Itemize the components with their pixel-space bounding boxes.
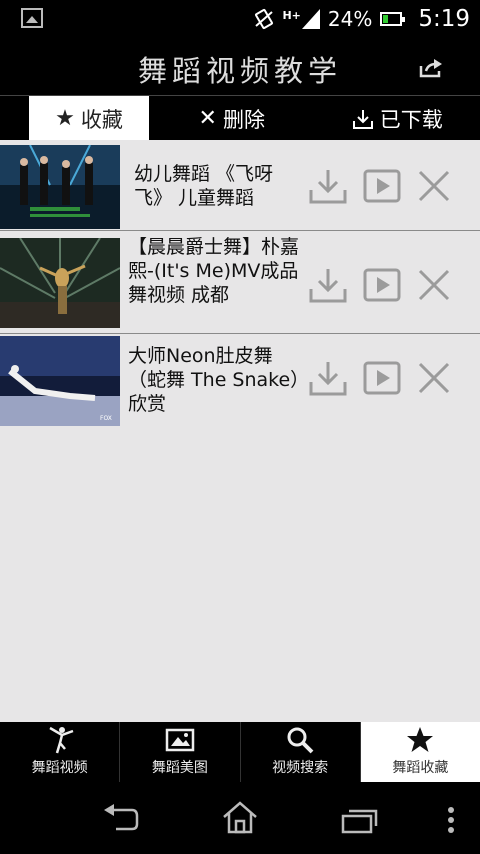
bottom-nav: 舞蹈视频 舞蹈美图 视频搜索 舞蹈收藏 [0,722,480,782]
back-icon[interactable] [102,804,140,832]
menu-dots-icon[interactable] [446,806,456,836]
video-title: 幼儿舞蹈 《飞呀飞》 儿童舞蹈 [134,163,274,209]
video-list: 幼儿舞蹈 《飞呀飞》 儿童舞蹈 【晨晨爵士舞】朴嘉熙-(It's Me)MV成品… [0,140,480,722]
remove-button[interactable] [414,166,454,206]
tab-label: 删除 [222,107,265,132]
star-icon [407,727,434,752]
list-item[interactable]: 幼儿舞蹈 《飞呀飞》 儿童舞蹈 [0,140,480,231]
x-icon: ✕ [198,106,217,131]
network-type-label: H+ [282,9,301,22]
remove-button[interactable] [414,358,454,398]
nav-dance-pictures[interactable]: 舞蹈美图 [120,722,241,782]
nav-dance-videos[interactable]: 舞蹈视频 [0,722,121,782]
vibrate-icon [255,8,274,30]
signal-icon: H+ [282,9,320,29]
gallery-notification-icon [21,8,43,28]
remove-button[interactable] [414,265,454,305]
download-icon [352,109,373,129]
nav-video-search[interactable]: 视频搜索 [241,722,361,782]
video-thumbnail[interactable] [0,238,120,328]
search-icon [287,727,314,754]
recent-apps-icon[interactable] [340,806,378,834]
download-button[interactable] [308,358,348,398]
play-button[interactable] [362,358,402,398]
tab-bar: ★ 收藏 ✕ 删除 已下载 [0,95,480,141]
system-nav-bar [0,782,480,854]
battery-icon [380,12,406,26]
nav-dance-favorites[interactable]: 舞蹈收藏 [360,722,480,782]
share-icon[interactable] [418,58,444,78]
nav-label: 舞蹈美图 [151,760,208,776]
tab-favorites[interactable]: ★ 收藏 [29,96,149,141]
video-title: 【晨晨爵士舞】朴嘉熙-(It's Me)MV成品舞视频 成都 [128,236,300,306]
nav-label: 视频搜索 [272,760,329,776]
page-title: 舞蹈视频教学 [137,54,342,88]
nav-label: 舞蹈收藏 [392,760,449,776]
download-button[interactable] [308,265,348,305]
clock: 5:19 [418,6,470,32]
play-button[interactable] [362,166,402,206]
nav-label: 舞蹈视频 [31,760,88,776]
tab-delete[interactable]: ✕ 删除 [149,96,315,141]
svg-text:FOX: FOX [100,415,112,422]
tab-label: 收藏 [80,107,123,132]
video-thumbnail[interactable]: FOX [0,336,120,426]
list-item[interactable]: 【晨晨爵士舞】朴嘉熙-(It's Me)MV成品舞视频 成都 [0,231,480,334]
download-button[interactable] [308,166,348,206]
dancer-icon [48,726,74,754]
picture-icon [165,728,195,752]
tab-label: 已下载 [379,107,443,132]
status-bar: H+ 24% 5:19 [0,0,480,38]
video-title: 大师Neon肚皮舞（蛇舞 The Snake）欣赏 [128,345,300,415]
star-icon: ★ [55,106,75,131]
play-button[interactable] [362,265,402,305]
app-title-bar: 舞蹈视频教学 [0,38,480,95]
video-thumbnail[interactable] [0,145,120,229]
home-icon[interactable] [220,800,260,834]
tab-downloaded[interactable]: 已下载 [315,96,480,141]
list-item[interactable]: FOX 大师Neon肚皮舞（蛇舞 The Snake）欣赏 [0,334,480,426]
battery-percent: 24% [327,7,373,31]
